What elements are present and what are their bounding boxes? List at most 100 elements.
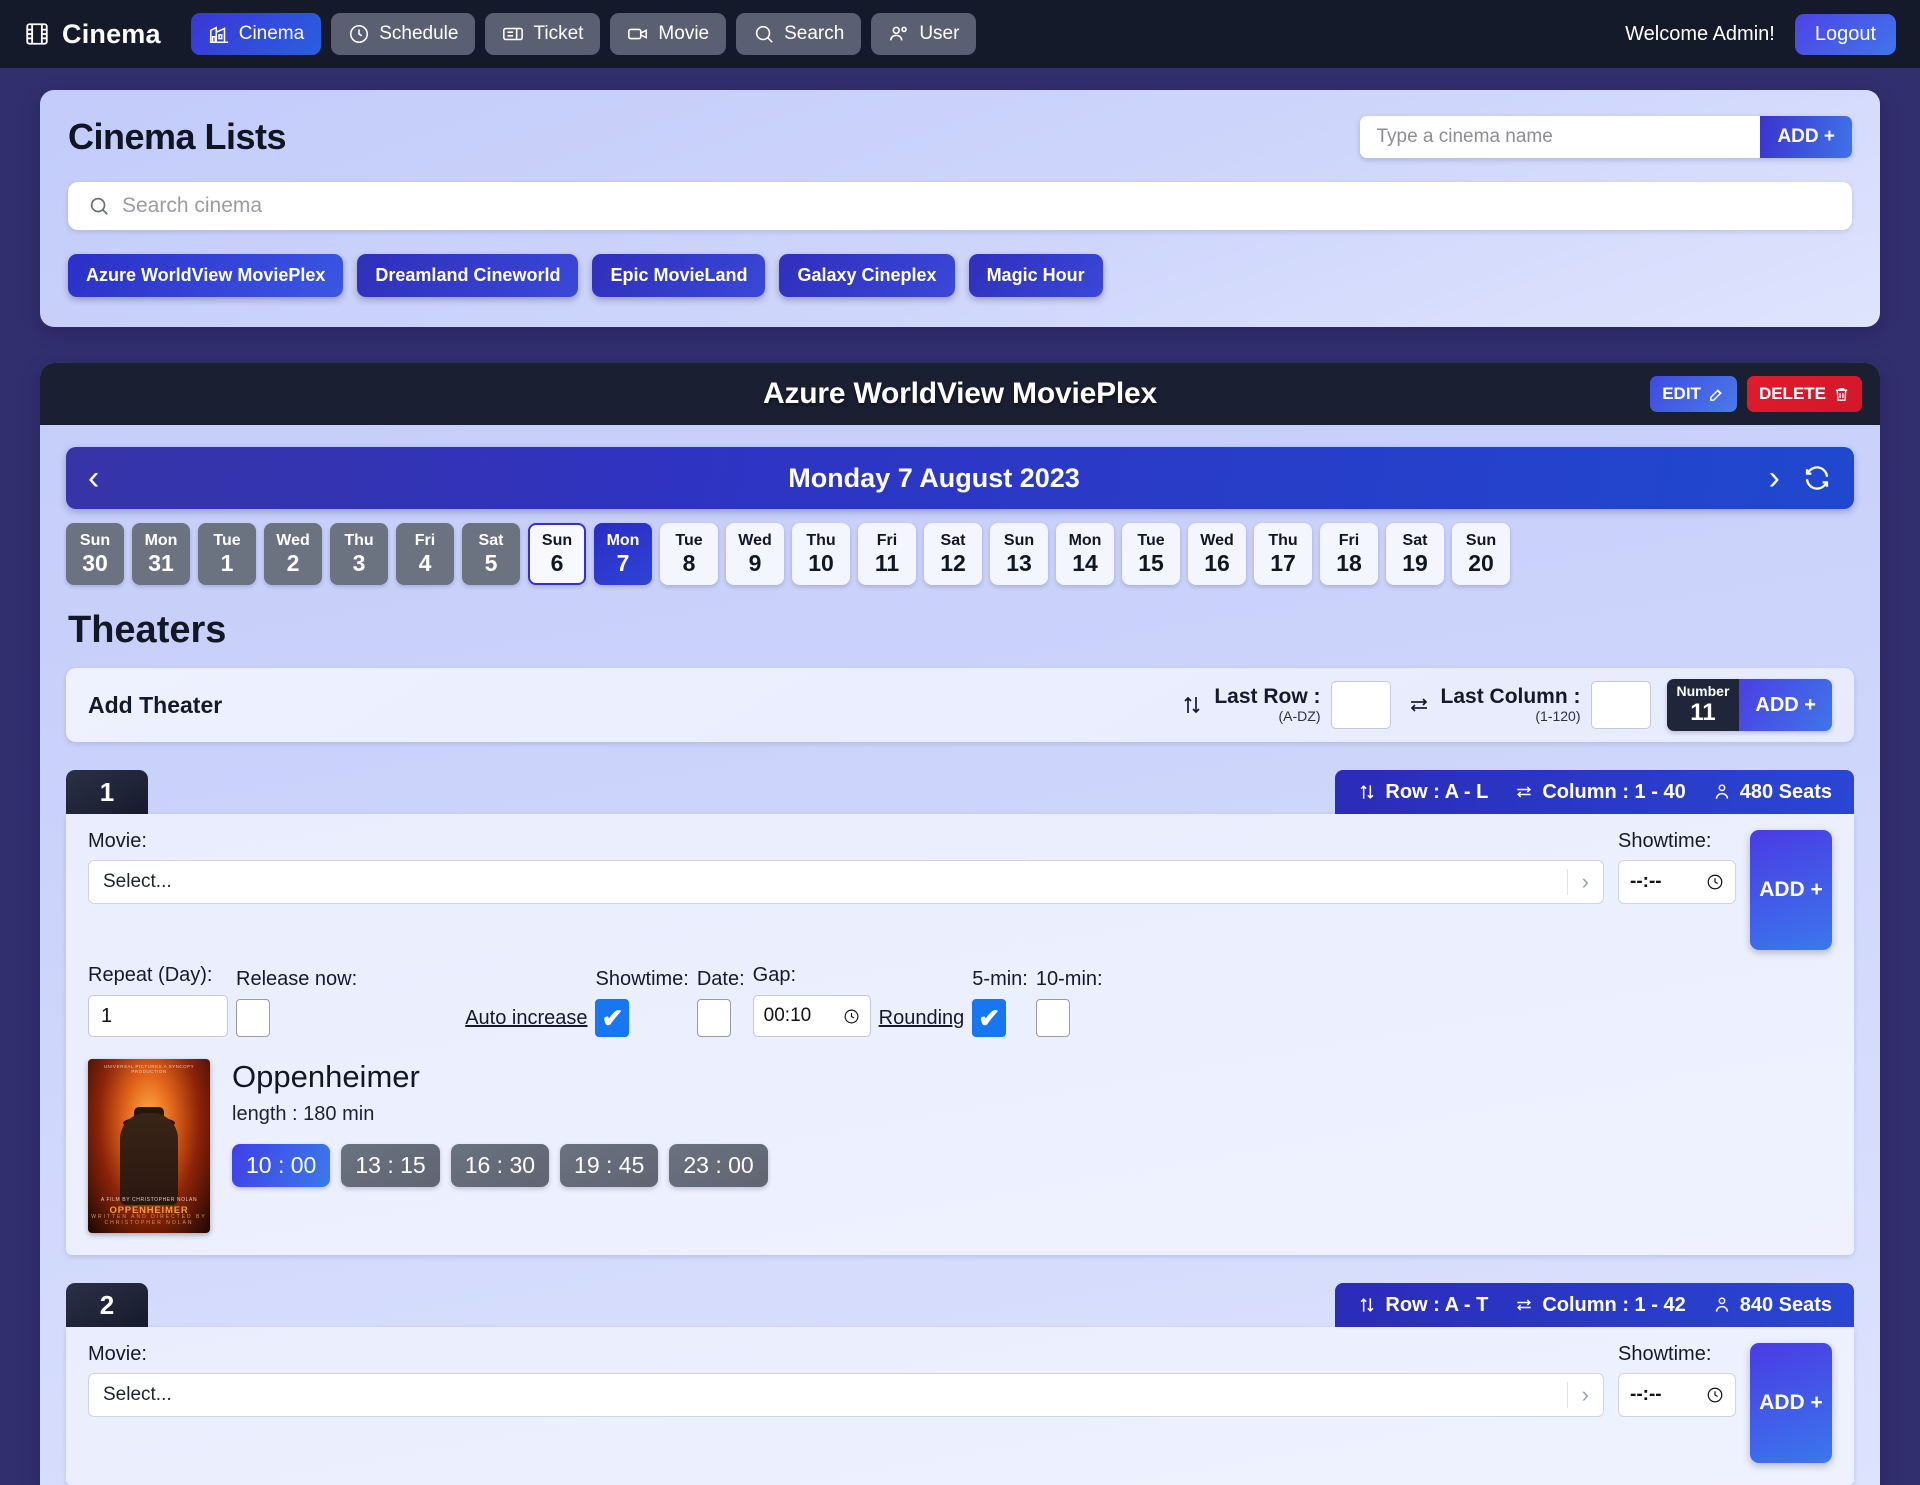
auto-showtime-checkbox[interactable]	[595, 999, 630, 1037]
add-showtime-button[interactable]: ADD +	[1750, 1343, 1832, 1463]
video-camera-icon	[627, 23, 649, 45]
showtime-options-row: Repeat (Day): 1 Release now: Auto increa…	[88, 964, 1832, 1037]
day-cell[interactable]: Tue 8	[660, 523, 718, 585]
chevron-right-icon[interactable]: ›	[1566, 869, 1589, 895]
repeat-day-input[interactable]: 1	[88, 995, 228, 1037]
day-cell[interactable]: Fri 11	[858, 523, 916, 585]
day-cell[interactable]: Wed 9	[726, 523, 784, 585]
showtime-chip[interactable]: 19 : 45	[560, 1144, 659, 1187]
movie-select[interactable]: Select... ›	[88, 1373, 1604, 1417]
clock-icon	[348, 23, 370, 45]
day-number: 16	[1204, 549, 1230, 576]
movie-select-column: Movie: Select... ›	[88, 1343, 1604, 1417]
brand-logo[interactable]: Cinema	[24, 19, 161, 50]
auto-date-checkbox[interactable]	[696, 999, 731, 1037]
showtime-chip[interactable]: 23 : 00	[669, 1144, 768, 1187]
add-cinema-button[interactable]: ADD +	[1760, 116, 1852, 158]
ten-min-checkbox[interactable]	[1035, 999, 1070, 1037]
theater-number-display: Number 11	[1666, 679, 1740, 731]
refresh-icon[interactable]	[1802, 463, 1832, 493]
release-now-checkbox[interactable]	[236, 999, 270, 1037]
next-day-button[interactable]: ›	[1769, 461, 1780, 495]
last-row-label-block: Last Row : (A-DZ)	[1214, 685, 1320, 726]
search-cinema-input[interactable]	[122, 194, 1832, 218]
day-cell[interactable]: Sun 30	[66, 523, 124, 585]
day-cell[interactable]: Wed 16	[1188, 523, 1246, 585]
day-cell[interactable]: Wed 2	[264, 523, 322, 585]
showtime-chip[interactable]: 16 : 30	[450, 1144, 550, 1187]
day-cell[interactable]: Mon 14	[1056, 523, 1114, 585]
day-cell[interactable]: Sat 12	[924, 523, 982, 585]
updown-arrows-icon	[1357, 782, 1377, 802]
movie-poster[interactable]: UNIVERSAL PICTURES A SYNCOPY PRODUCTION …	[88, 1059, 210, 1233]
nav-item-search[interactable]: Search	[736, 13, 862, 55]
day-cell-today[interactable]: Sun 6	[528, 523, 586, 585]
auto-increase-group: Auto increase	[465, 1007, 587, 1037]
logout-button[interactable]: Logout	[1794, 13, 1896, 55]
welcome-text: Welcome Admin!	[1625, 22, 1775, 45]
movie-select[interactable]: Select... ›	[88, 860, 1604, 904]
edit-cinema-button[interactable]: EDIT	[1650, 376, 1737, 412]
day-cell[interactable]: Sat 19	[1386, 523, 1444, 585]
pencil-icon	[1708, 386, 1725, 403]
last-row-input[interactable]	[1330, 681, 1391, 729]
day-weekday: Wed	[276, 531, 310, 549]
delete-cinema-button[interactable]: DELETE	[1746, 376, 1862, 412]
day-cell-selected[interactable]: Mon 7	[594, 523, 652, 585]
theater-number-label: Number	[1676, 683, 1730, 700]
gap-value: 00:10	[763, 1005, 812, 1026]
chevron-right-icon[interactable]: ›	[1566, 1382, 1589, 1408]
rounding-link[interactable]: Rounding	[879, 1007, 965, 1029]
page-title: Cinema Lists	[68, 116, 287, 157]
day-cell[interactable]: Sun 13	[990, 523, 1048, 585]
cinema-chip[interactable]: Galaxy Cineplex	[779, 254, 955, 297]
search-cinema-bar[interactable]	[68, 182, 1852, 230]
day-cell[interactable]: Tue 1	[198, 523, 256, 585]
day-cell[interactable]: Fri 18	[1320, 523, 1378, 585]
cinema-chip[interactable]: Magic Hour	[968, 254, 1103, 297]
day-weekday: Mon	[144, 531, 178, 549]
showtime-input[interactable]: --:--	[1618, 1373, 1736, 1417]
five-min-checkbox[interactable]	[972, 999, 1007, 1037]
gap-input[interactable]: 00:10	[752, 995, 871, 1037]
current-date-title: Monday 7 August 2023	[788, 462, 1080, 493]
theater-seats-info: 840 Seats	[1712, 1294, 1832, 1317]
search-icon	[753, 23, 775, 45]
nav-item-movie[interactable]: Movie	[610, 13, 727, 55]
nav-item-cinema[interactable]: Cinema	[190, 13, 322, 55]
day-cell[interactable]: Sat 5	[462, 523, 520, 585]
day-weekday: Sun	[1003, 531, 1035, 549]
auto-increase-link[interactable]: Auto increase	[465, 1007, 587, 1029]
page-content: Cinema Lists ADD + Azure WorldView Movie…	[0, 68, 1920, 1485]
previous-day-button[interactable]: ‹	[88, 461, 99, 495]
cinema-chip[interactable]: Epic MovieLand	[592, 254, 766, 297]
day-number: 17	[1270, 549, 1296, 576]
day-number: 13	[1006, 549, 1032, 576]
scheduled-movie-row: UNIVERSAL PICTURES A SYNCOPY PRODUCTION …	[88, 1059, 1832, 1233]
day-cell[interactable]: Thu 3	[330, 523, 388, 585]
add-theater-button[interactable]: ADD +	[1739, 679, 1832, 731]
add-cinema-input[interactable]	[1360, 116, 1761, 158]
person-icon	[1712, 1295, 1732, 1315]
cinema-chip[interactable]: Azure WorldView MoviePlex	[68, 254, 344, 297]
theater-block-1: 1 Row : A - L Column: 1 - 40 480 Seats …	[66, 770, 1854, 1255]
showtime-chip[interactable]: 10 : 00	[232, 1144, 331, 1187]
cinema-chip[interactable]: Dreamland Cineworld	[357, 254, 579, 297]
add-showtime-button[interactable]: ADD +	[1750, 830, 1832, 950]
day-cell[interactable]: Mon 31	[132, 523, 190, 585]
showtime-chip[interactable]: 13 : 15	[341, 1144, 440, 1187]
cinema-chip-list: Azure WorldView MoviePlex Dreamland Cine…	[68, 254, 1852, 297]
day-cell[interactable]: Fri 4	[396, 523, 454, 585]
nav-item-ticket[interactable]: Ticket	[485, 13, 601, 55]
day-cell[interactable]: Thu 10	[792, 523, 850, 585]
nav-item-schedule[interactable]: Schedule	[331, 13, 476, 55]
day-cell[interactable]: Sun 20	[1452, 523, 1510, 585]
showtime-input[interactable]: --:--	[1618, 860, 1736, 904]
last-column-input[interactable]	[1590, 681, 1651, 729]
clock-icon	[1706, 873, 1724, 891]
nav-item-user[interactable]: User	[871, 13, 977, 55]
day-cell[interactable]: Tue 15	[1122, 523, 1180, 585]
day-cell[interactable]: Thu 17	[1254, 523, 1312, 585]
last-column-label: Last Column :	[1440, 684, 1581, 708]
day-number: 3	[352, 549, 366, 576]
